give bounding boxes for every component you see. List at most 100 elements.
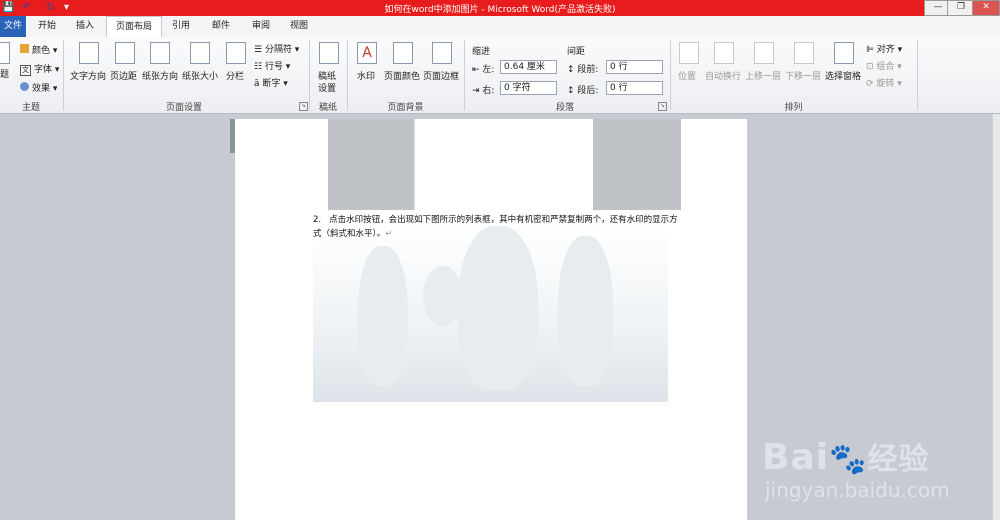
page-borders-icon[interactable]	[432, 42, 452, 64]
theme-colors-button[interactable]: 颜色 ▾	[20, 43, 57, 56]
rotate-label: 旋转 ▾	[876, 79, 902, 89]
position-icon[interactable]	[679, 42, 699, 64]
line-numbers-icon: ☷	[254, 62, 265, 72]
group-separator	[917, 40, 918, 110]
hyphenation-label: 断字 ▾	[262, 79, 288, 89]
margins-button[interactable]: 页边距	[110, 69, 137, 82]
effects-icon	[20, 82, 29, 91]
spacing-label: 间距	[567, 47, 586, 57]
text-direction-icon[interactable]	[79, 42, 99, 64]
bring-forward-button[interactable]: 上移一层	[745, 69, 781, 82]
text-direction-button[interactable]: 文字方向	[70, 69, 106, 82]
embedded-image-center-panel	[414, 119, 594, 210]
line-numbers-label: 行号 ▾	[264, 62, 291, 72]
themes-label[interactable]: 题	[0, 67, 9, 80]
page-setup-launcher-icon[interactable]: ↘	[299, 102, 308, 111]
theme-group-label: 主题	[21, 103, 40, 113]
penguin-shape	[423, 266, 463, 326]
page-setup-group-label: 页面设置	[165, 103, 202, 113]
orientation-icon[interactable]	[150, 42, 170, 64]
tab-review[interactable]: 审阅	[246, 16, 276, 37]
page-color-icon[interactable]	[393, 42, 413, 64]
columns-button[interactable]: 分栏	[226, 69, 244, 82]
tab-file[interactable]: 文件	[0, 16, 26, 37]
draft-group-label: 稿纸	[318, 103, 337, 113]
rotate-button[interactable]: ⟳ 旋转 ▾	[866, 76, 902, 89]
indent-right-label: ⇥ 右:	[472, 86, 495, 96]
arrange-group-label: 排列	[784, 103, 803, 113]
orientation-button[interactable]: 纸张方向	[142, 69, 178, 82]
align-button[interactable]: ⊫ 对齐 ▾	[866, 42, 902, 55]
theme-fonts-label: 字体 ▾	[34, 65, 60, 75]
spacing-after-label: ↕ 段后:	[567, 86, 599, 96]
tab-view[interactable]: 视图	[284, 16, 314, 37]
breaks-icon: ☰	[254, 45, 265, 55]
paw-icon: 🐾	[829, 442, 868, 477]
watermark-icon[interactable]: A	[357, 42, 377, 64]
window-title: 如何在word中添加图片 - Microsoft Word(产品激活失败)	[384, 5, 616, 15]
indent-left-input[interactable]: 0.64 厘米	[500, 60, 557, 74]
tab-insert[interactable]: 插入	[70, 16, 100, 37]
list-paragraph[interactable]: 2. 点击水印按钮，会出现如下图所示的列表框，其中有机密和严禁复制两个，还有水印的…	[313, 213, 678, 241]
group-icon: ⊡	[866, 62, 877, 72]
position-button[interactable]: 位置	[678, 69, 696, 82]
indent-right-icon: ⇥	[472, 86, 483, 96]
restore-button[interactable]: ❐	[947, 0, 975, 16]
indent-right-input[interactable]: 0 字符	[500, 81, 557, 95]
page-color-button[interactable]: 页面颜色	[384, 69, 420, 82]
selection-pane-button[interactable]: 选择窗格	[825, 69, 861, 82]
selection-pane-icon[interactable]	[834, 42, 854, 64]
page-borders-button[interactable]: 页面边框	[423, 69, 459, 82]
tab-mailings[interactable]: 邮件	[206, 16, 236, 37]
breaks-button[interactable]: ☰ 分隔符 ▾	[254, 42, 299, 55]
wrap-text-button[interactable]: 自动换行	[705, 69, 741, 82]
save-icon[interactable]: 💾	[2, 1, 15, 14]
palette-icon	[20, 44, 29, 53]
theme-effects-button[interactable]: 效果 ▾	[20, 81, 57, 94]
rotate-icon: ⟳	[866, 79, 877, 89]
indent-left-icon: ⇤	[472, 65, 483, 75]
embedded-image-left-panel	[328, 119, 414, 210]
spacing-after-input[interactable]: 0 行	[606, 81, 663, 95]
tab-references[interactable]: 引用	[166, 16, 196, 37]
tab-home[interactable]: 开始	[32, 16, 62, 37]
columns-icon[interactable]	[226, 42, 246, 64]
align-icon: ⊫	[866, 45, 877, 55]
send-backward-icon[interactable]	[794, 42, 814, 64]
spacing-after-icon: ↕	[567, 86, 578, 96]
undo-icon[interactable]: ↶	[20, 1, 33, 14]
theme-colors-label: 颜色 ▾	[32, 46, 58, 56]
spacing-before-input[interactable]: 0 行	[606, 60, 663, 74]
align-label: 对齐 ▾	[876, 45, 903, 55]
page-size-icon[interactable]	[190, 42, 210, 64]
wrap-text-icon[interactable]	[714, 42, 734, 64]
bring-forward-icon[interactable]	[754, 42, 774, 64]
page-size-button[interactable]: 纸张大小	[182, 69, 218, 82]
group-button[interactable]: ⊡ 组合 ▾	[866, 59, 902, 72]
line-numbers-button[interactable]: ☷ 行号 ▾	[254, 59, 290, 72]
margins-icon[interactable]	[115, 42, 135, 64]
baidu-logo-watermark: Bai🐾经验	[762, 437, 930, 478]
send-backward-button[interactable]: 下移一层	[785, 69, 821, 82]
draft-paper-icon[interactable]	[319, 42, 339, 64]
watermark-button[interactable]: 水印	[357, 69, 375, 82]
qat-customize-icon[interactable]: ▾	[60, 1, 73, 14]
vertical-scrollbar[interactable]	[992, 114, 1000, 520]
paragraph-launcher-icon[interactable]: ↘	[658, 102, 667, 111]
page-background-group-label: 页面背景	[387, 103, 424, 113]
close-button[interactable]: ✕	[972, 0, 1000, 16]
font-a-icon: 文	[20, 65, 31, 76]
spacing-before-icon: ↕	[567, 65, 578, 75]
draft-settings-button-line2[interactable]: 设置	[318, 81, 336, 94]
theme-fonts-button[interactable]: 文字体 ▾	[20, 62, 59, 76]
indent-left-label: ⇤ 左:	[472, 65, 495, 75]
paragraph-group-label: 段落	[555, 103, 574, 113]
tab-page-layout[interactable]: 页面布局	[106, 16, 162, 38]
redo-icon[interactable]: ↻	[44, 1, 57, 14]
hyphenation-button[interactable]: ā 断字 ▾	[254, 76, 288, 89]
themes-icon[interactable]	[0, 42, 10, 64]
baidu-url-watermark: jingyan.baidu.com	[765, 478, 950, 502]
list-number: 2.	[313, 215, 322, 225]
breaks-label: 分隔符 ▾	[264, 45, 300, 55]
group-label: 组合 ▾	[876, 62, 902, 72]
